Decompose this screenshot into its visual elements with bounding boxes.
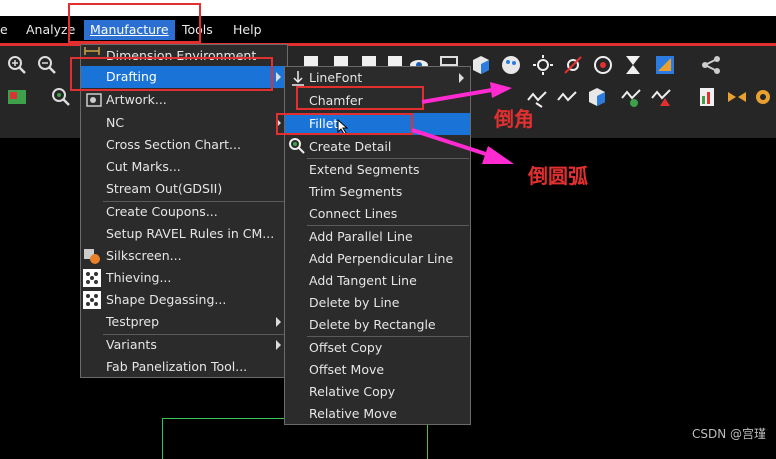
manufacture-menu: Dimension Environment Drafting Artwork..… [80, 44, 288, 378]
annotation-box-chamfer [296, 86, 424, 110]
menu-item-fab-panelization[interactable]: Fab Panelization Tool... [106, 356, 247, 378]
menu-item-offset-copy[interactable]: Offset Copy [309, 337, 382, 359]
share-icon[interactable] [700, 54, 722, 76]
menu-item-shape-degassing[interactable]: Shape Degassing... [106, 289, 226, 311]
measure-icon[interactable] [654, 54, 676, 76]
thieving-icon [83, 269, 101, 287]
zoom-in-icon[interactable] [6, 54, 28, 76]
menu-item-add-tangent-line[interactable]: Add Tangent Line [309, 270, 417, 292]
menu-edit[interactable]: e [0, 20, 14, 40]
menu-item-cut-marks[interactable]: Cut Marks... [106, 156, 181, 178]
menu-item-create-coupons[interactable]: Create Coupons... [106, 201, 218, 223]
annotation-box-fillet [276, 113, 413, 135]
menu-item-variants[interactable]: Variants [106, 334, 157, 356]
zoom-fit-icon[interactable] [50, 86, 72, 108]
light-off-icon[interactable] [562, 54, 584, 76]
annotation-box-drafting [70, 57, 273, 91]
mirror-icon[interactable] [592, 54, 614, 76]
menu-item-add-perpendicular-line[interactable]: Add Perpendicular Line [309, 248, 453, 270]
menu-item-extend-segments[interactable]: Extend Segments [309, 159, 419, 181]
menu-item-relative-copy[interactable]: Relative Copy [309, 381, 395, 403]
submenu-arrow-icon [276, 72, 281, 82]
cube-check-icon[interactable] [586, 86, 608, 108]
menu-item-relative-move[interactable]: Relative Move [309, 403, 397, 425]
annotation-arrow-fillet [411, 128, 514, 164]
menu-item-testprep[interactable]: Testprep [106, 311, 159, 333]
create-detail-icon [289, 138, 305, 154]
submenu-arrow-icon [276, 317, 281, 327]
report-icon[interactable] [696, 86, 718, 108]
menu-item-add-parallel-line[interactable]: Add Parallel Line [309, 226, 413, 248]
annotation-fillet-label: 倒圆弧 [528, 164, 588, 188]
artwork-icon [86, 93, 102, 107]
palette-icon[interactable] [500, 54, 522, 76]
settings-icon[interactable] [752, 86, 774, 108]
light-icon[interactable] [532, 54, 554, 76]
swap-icon[interactable] [726, 86, 748, 108]
ok-icon[interactable] [620, 86, 642, 108]
watermark: CSDN @宫瑾 [691, 427, 766, 441]
menu-item-silkscreen[interactable]: Silkscreen... [106, 245, 182, 267]
menu-item-delete-by-rectangle[interactable]: Delete by Rectangle [309, 314, 436, 336]
menu-item-connect-lines[interactable]: Connect Lines [309, 203, 397, 225]
annotation-box-manufacture [68, 3, 201, 43]
zoom-out-icon[interactable] [36, 54, 58, 76]
annotation-chamfer-label: 倒角 [494, 107, 534, 131]
menu-help[interactable]: Help [227, 20, 268, 40]
menu-item-artwork[interactable]: Artwork... [106, 89, 167, 111]
menu-item-delete-by-line[interactable]: Delete by Line [309, 292, 399, 314]
warning-icon[interactable] [650, 86, 672, 108]
linefont-icon [292, 71, 304, 86]
menu-item-offset-move[interactable]: Offset Move [309, 359, 384, 381]
cube-icon[interactable] [470, 54, 492, 76]
menu-item-nc[interactable]: NC [106, 112, 124, 134]
hourglass-icon[interactable] [622, 54, 644, 76]
menu-item-stream-out[interactable]: Stream Out(GDSII) [106, 178, 222, 200]
menu-item-thieving[interactable]: Thieving... [106, 267, 171, 289]
menu-item-setup-ravel-rules[interactable]: Setup RAVEL Rules in CM... [106, 223, 274, 245]
menu-item-create-detail[interactable]: Create Detail [309, 136, 391, 158]
menu-item-trim-segments[interactable]: Trim Segments [309, 181, 402, 203]
shape-degassing-icon [83, 291, 101, 309]
menu-item-cross-section-chart[interactable]: Cross Section Chart... [106, 134, 241, 156]
board-icon[interactable] [6, 86, 28, 108]
submenu-arrow-icon [276, 340, 281, 350]
wave-check-icon[interactable] [556, 86, 578, 108]
silkscreen-icon [84, 249, 100, 264]
